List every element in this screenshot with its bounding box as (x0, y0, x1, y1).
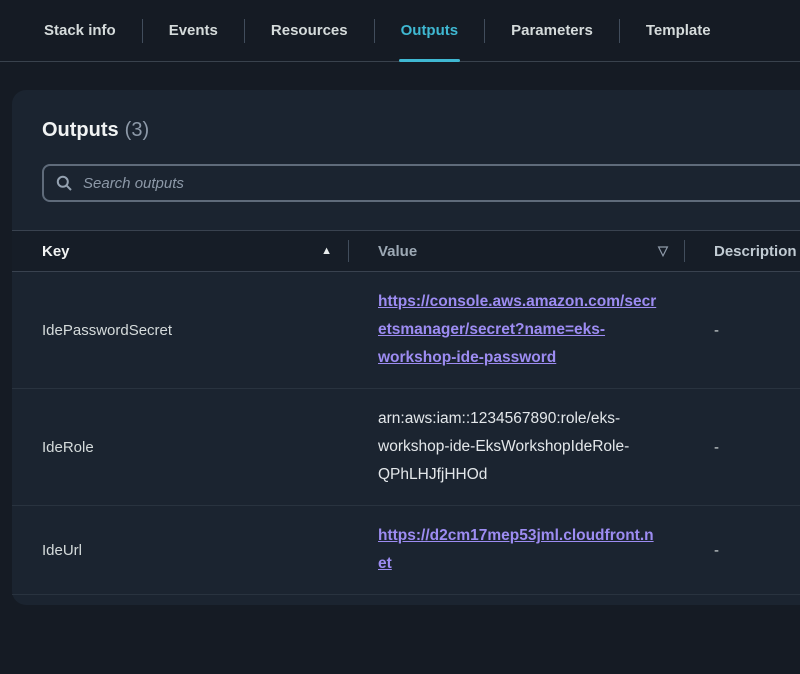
tab-resources[interactable]: Resources (251, 0, 368, 61)
outputs-panel-header: Outputs (3) (12, 90, 800, 144)
output-value-cell: https://console.aws.amazon.com/secretsma… (348, 272, 684, 388)
sort-ascending-icon[interactable]: ▲ (321, 245, 332, 257)
output-description: - (684, 389, 800, 505)
column-header-key[interactable]: Key ▲ (12, 231, 348, 271)
table-row: IdeUrl https://d2cm17mep53jml.cloudfront… (12, 506, 800, 595)
column-header-description[interactable]: Description (684, 231, 800, 271)
output-value-cell: https://d2cm17mep53jml.cloudfront.net (348, 506, 684, 594)
outputs-table: Key ▲ Value ▽ Description IdePasswordSec… (12, 230, 800, 595)
tab-divider (619, 19, 620, 43)
tab-divider (374, 19, 375, 43)
tab-divider (142, 19, 143, 43)
panel-title-text: Outputs (42, 119, 119, 141)
output-key: IdePasswordSecret (12, 272, 348, 388)
output-value-link[interactable]: https://console.aws.amazon.com/secretsma… (378, 293, 656, 366)
table-row: IdePasswordSecret https://console.aws.am… (12, 272, 800, 389)
column-label-key: Key (42, 243, 70, 260)
tab-events[interactable]: Events (149, 0, 238, 61)
tab-divider (244, 19, 245, 43)
output-value-text: arn:aws:iam::1234567890:role/eks-worksho… (378, 410, 629, 483)
search-outputs-box[interactable] (42, 164, 800, 202)
column-header-value[interactable]: Value ▽ (348, 231, 684, 271)
tab-outputs[interactable]: Outputs (381, 0, 479, 61)
column-label-value: Value (378, 243, 417, 260)
outputs-panel: Outputs (3) Key ▲ Value ▽ Description (12, 90, 800, 605)
output-description: - (684, 506, 800, 594)
tab-parameters[interactable]: Parameters (491, 0, 613, 61)
output-key: IdeUrl (12, 506, 348, 594)
search-icon (56, 175, 72, 191)
outputs-table-header: Key ▲ Value ▽ Description (12, 230, 800, 272)
column-label-description: Description (714, 243, 797, 260)
output-key: IdeRole (12, 389, 348, 505)
output-value-link[interactable]: https://d2cm17mep53jml.cloudfront.net (378, 527, 654, 572)
search-input[interactable] (81, 174, 800, 193)
stack-tab-bar: Stack info Events Resources Outputs Para… (0, 0, 800, 62)
table-row: IdeRole arn:aws:iam::1234567890:role/eks… (12, 389, 800, 506)
outputs-count: (3) (125, 119, 149, 141)
tab-stack-info[interactable]: Stack info (24, 0, 136, 61)
output-description: - (684, 272, 800, 388)
output-value-cell: arn:aws:iam::1234567890:role/eks-worksho… (348, 389, 684, 505)
tab-template[interactable]: Template (626, 0, 731, 61)
tab-divider (484, 19, 485, 43)
sort-indicator-icon[interactable]: ▽ (658, 243, 668, 259)
panel-title: Outputs (3) (42, 116, 800, 144)
